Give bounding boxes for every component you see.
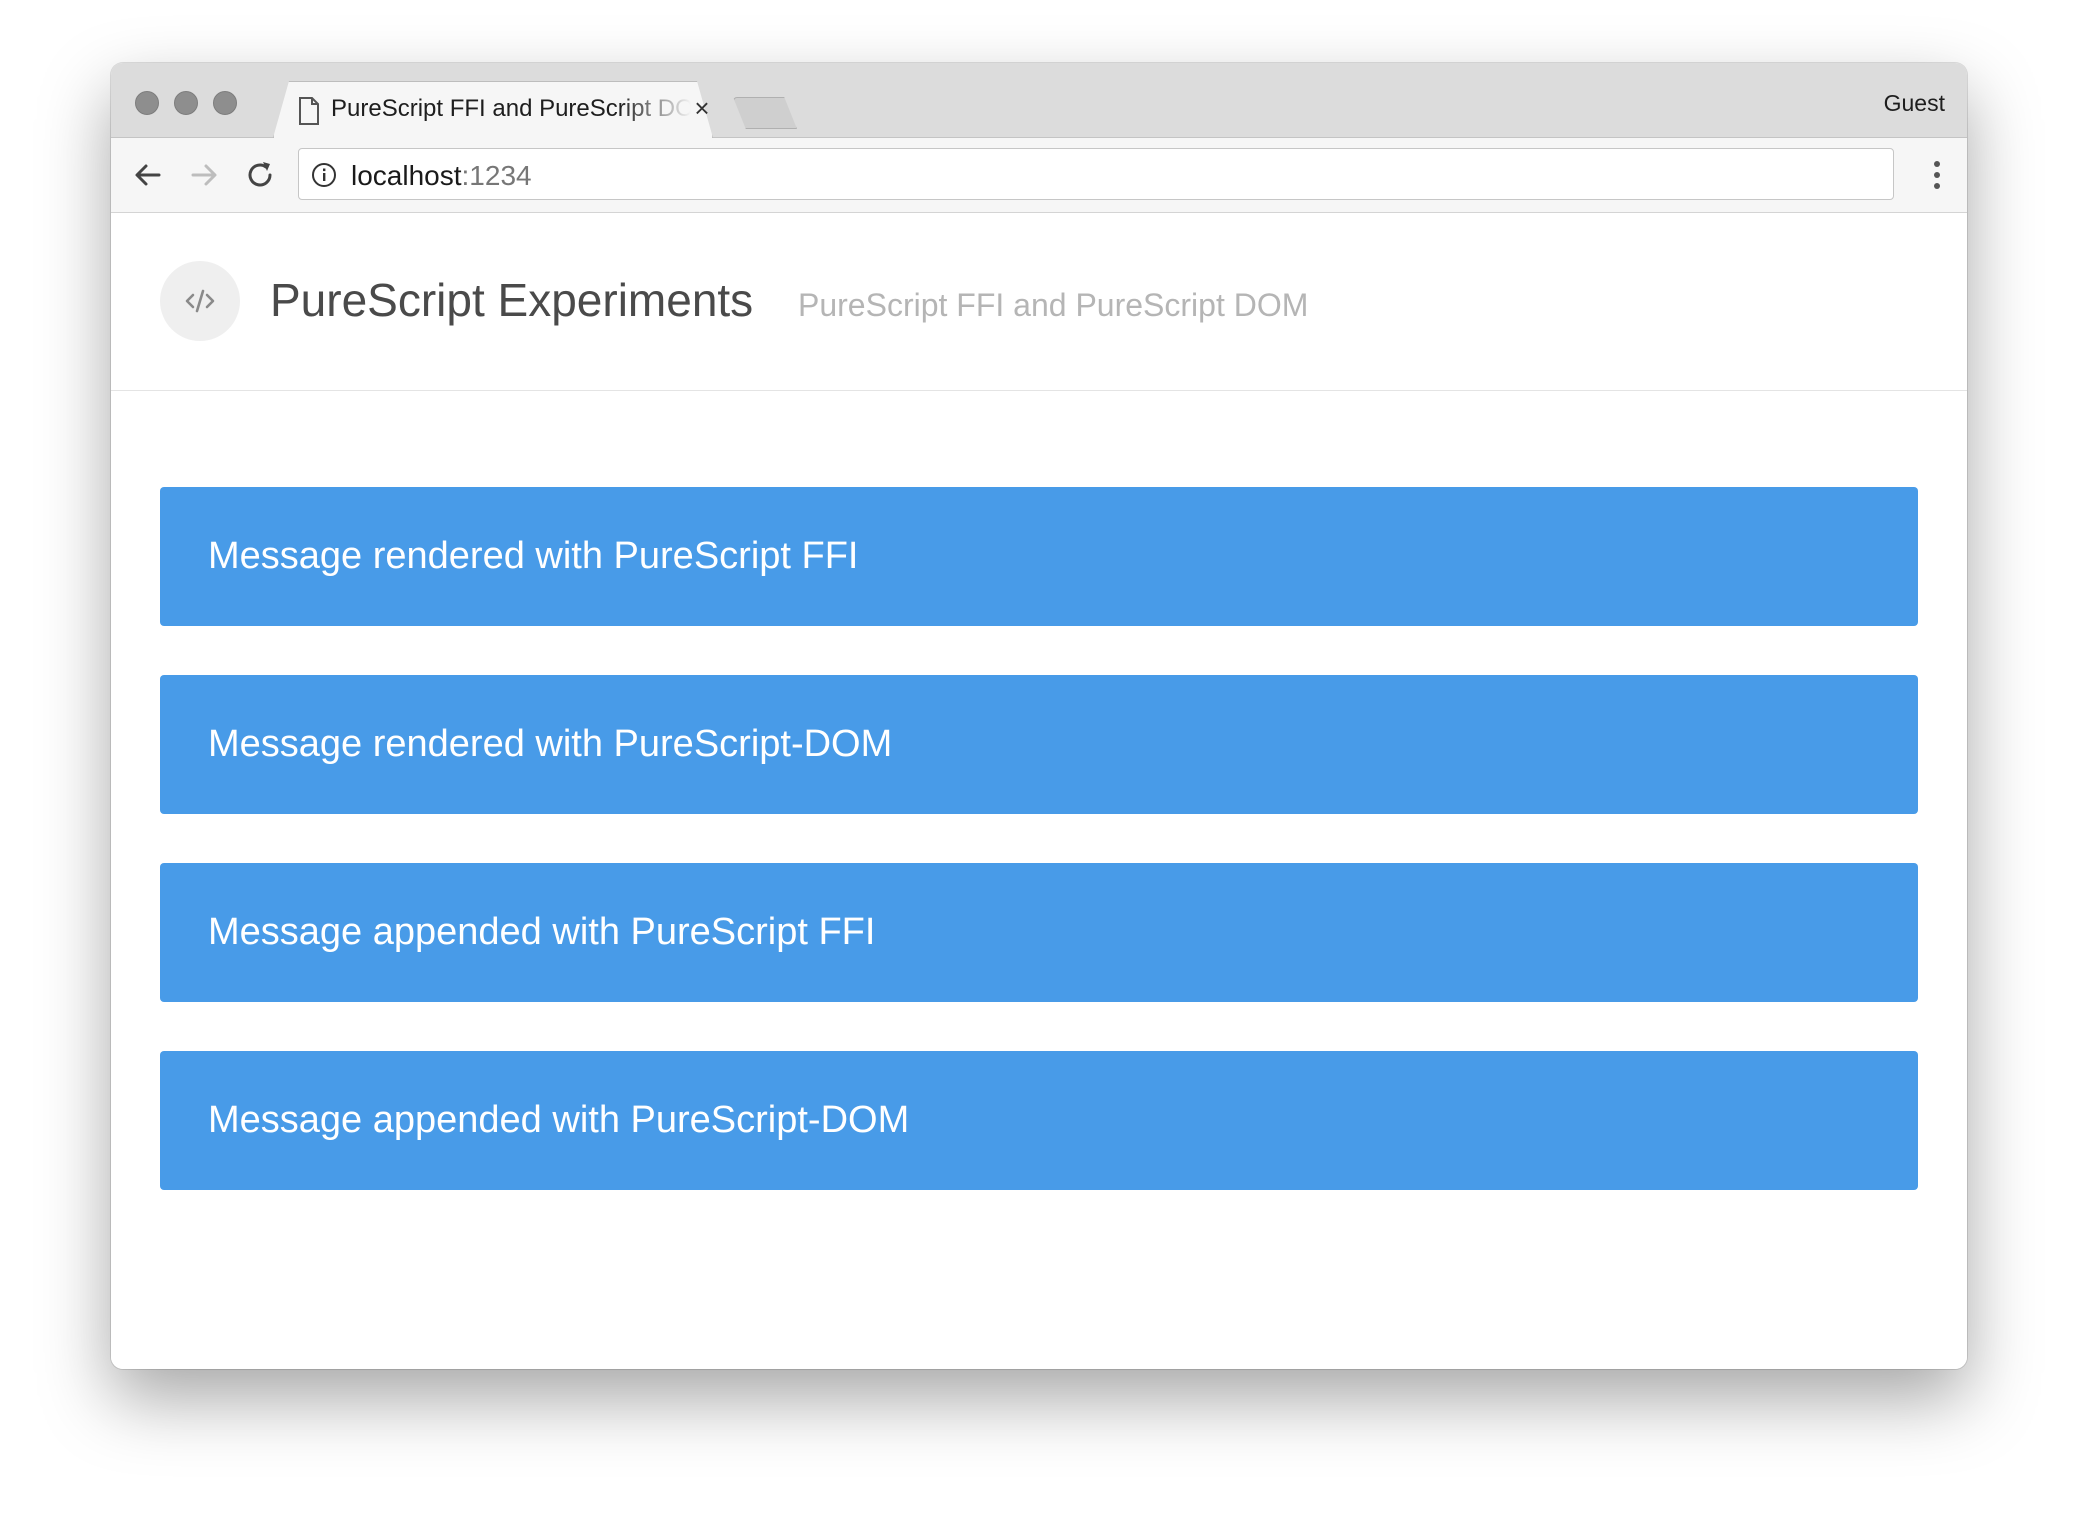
tab-close-icon[interactable]: × [689,95,715,121]
close-window-dot[interactable] [135,91,159,115]
page-subtitle: PureScript FFI and PureScript DOM [798,287,1309,323]
menu-icon[interactable] [1927,158,1947,192]
logo [160,261,240,341]
address-bar[interactable]: localhost:1234 [298,148,1894,200]
page-icon [299,97,319,125]
back-icon[interactable] [129,156,167,194]
minimize-window-dot[interactable] [174,91,198,115]
url-port: :1234 [461,160,532,191]
page-content: PureScript Experiments PureScript FFI an… [111,213,1967,1369]
url-host: localhost [351,160,462,191]
message-box: Message appended with PureScript-DOM [160,1051,1918,1190]
url-text: localhost:1234 [351,160,532,192]
tab-title: PureScript FFI and PureScript DOM [331,95,691,122]
tab-strip: PureScript FFI and PureScript DOM × Gues… [111,63,1967,138]
forward-icon[interactable] [185,156,223,194]
message-box: Message rendered with PureScript FFI [160,487,1918,626]
browser-toolbar: localhost:1234 [111,138,1967,213]
reload-icon[interactable] [241,156,279,194]
message-box: Message rendered with PureScript-DOM [160,675,1918,814]
page-title: PureScript Experiments [270,274,754,326]
code-icon [185,289,215,313]
info-icon[interactable] [311,162,337,188]
message-box: Message appended with PureScript FFI [160,863,1918,1002]
message-list: Message rendered with PureScript FFI Mes… [160,487,1918,1239]
browser-window: PureScript FFI and PureScript DOM × Gues… [111,63,1967,1369]
profile-button[interactable]: Guest [1884,90,1945,117]
site-header: PureScript Experiments PureScript FFI an… [111,213,1967,391]
new-tab-button[interactable] [733,97,797,129]
zoom-window-dot[interactable] [213,91,237,115]
